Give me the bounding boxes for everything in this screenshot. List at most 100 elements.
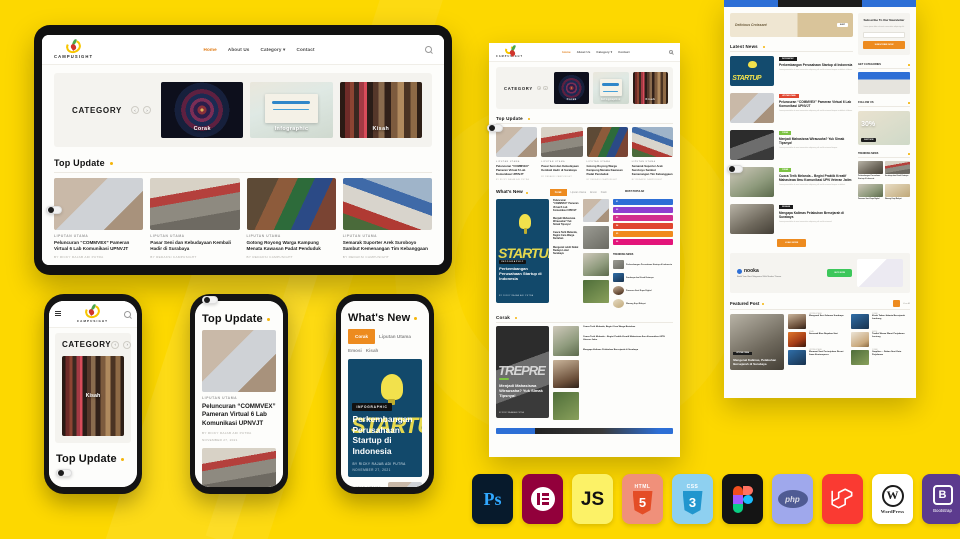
nav-item-about[interactable]: About Us <box>228 47 250 52</box>
nav-item-category[interactable]: Category ▾ <box>596 50 612 54</box>
list-item[interactable]: SEJARAH Mengapa Kalimas Pelabuhan Bersej… <box>730 204 853 234</box>
list-item[interactable]: CORAK Menjadi Mahasiswa Wirausaha? Yuk S… <box>730 130 853 160</box>
search-icon[interactable] <box>669 50 673 54</box>
news-card[interactable]: LIPUTAN UTAMA Peluncuran “COMMVEX” Pamer… <box>496 127 538 181</box>
popular-row[interactable]: 05 <box>613 231 673 238</box>
list-item[interactable]: Menjadi Mahasiswa Wirausaha? Yuk Simak T… <box>553 217 579 226</box>
news-card[interactable]: LIPUTAN UTAMA Semarak Suporter Arek Suro… <box>342 178 432 259</box>
search-icon[interactable] <box>123 310 131 318</box>
category-next-button[interactable]: › <box>543 85 548 91</box>
brand-logo[interactable]: CAMPUSIGHT <box>54 37 93 59</box>
popular-row[interactable]: 06 <box>613 239 673 246</box>
figma-icon[interactable] <box>722 474 763 524</box>
category-widget-list[interactable] <box>858 72 910 95</box>
phone1-theme-toggle[interactable] <box>56 469 72 477</box>
tab-liputan[interactable]: Liputan Utama <box>571 191 587 194</box>
category-card-kisah[interactable]: Kisah <box>339 82 422 138</box>
whats-new-hero-card[interactable]: STARTUP INFOGRAPHIC Perkembangan Perusah… <box>496 199 549 308</box>
popular-row[interactable]: 01 <box>613 199 673 206</box>
sidebar-ad[interactable]: 30% SHOP NOW <box>858 111 910 146</box>
tablet-theme-toggle[interactable] <box>46 206 62 214</box>
popular-row[interactable]: 03 <box>613 215 673 222</box>
browser-theme-toggle[interactable] <box>487 124 503 132</box>
load-more-button[interactable]: LOAD MORE <box>776 239 807 247</box>
popular-row[interactable]: 04 <box>613 223 673 230</box>
wordpress-icon[interactable]: W WordPress <box>872 474 913 524</box>
popular-row[interactable]: 02 <box>613 207 673 214</box>
list-item[interactable]: Mengenal Lebih Dekat Budaya Lokal Suraba… <box>553 246 579 255</box>
nav-item-contact[interactable]: Contact <box>297 47 315 52</box>
whats-new-hero-card[interactable]: STARTUP INFOGRAPHIC Perkembangan Perusah… <box>348 359 422 477</box>
news-thumbnail[interactable] <box>885 183 910 197</box>
category-card-corak[interactable]: Corak <box>161 82 244 138</box>
category-next-button[interactable]: › <box>143 106 152 114</box>
ad-banner[interactable]: Delicious Croissant SHOP <box>730 13 853 37</box>
tab-kisah[interactable]: Kisah <box>601 191 607 194</box>
news-thumbnail[interactable] <box>583 199 609 223</box>
tab-liputan[interactable]: Liputan Utama <box>379 334 411 339</box>
category-card-infographic[interactable]: Infographic <box>250 82 333 138</box>
photoshop-icon[interactable]: Ps <box>472 474 513 524</box>
nooka-promo-banner[interactable]: nooka Build Your Best Magazine With Nook… <box>730 253 910 293</box>
nav-item-contact[interactable]: Contact <box>618 50 629 54</box>
ad-shop-button[interactable]: SHOP NOW <box>861 138 877 143</box>
category-card-kisah[interactable]: Kisah <box>62 356 124 436</box>
news-thumbnail[interactable] <box>583 253 609 277</box>
news-card[interactable]: LIPUTAN UTAMA Peluncuran “COMMVEX” Pamer… <box>202 330 276 442</box>
nav-item-home[interactable]: Home <box>562 50 570 54</box>
bootstrap-icon[interactable]: B Bootstrap <box>922 474 960 524</box>
news-thumbnail[interactable] <box>885 161 910 175</box>
nav-item-about[interactable]: About Us <box>577 50 591 54</box>
list-item[interactable]: Pameran Seni Rupa Digital <box>613 286 673 296</box>
news-thumbnail[interactable] <box>553 326 579 357</box>
news-card[interactable] <box>202 448 276 487</box>
nav-item-home[interactable]: Home <box>204 47 217 52</box>
news-card[interactable]: LIPUTAN UTAMA Gotong Royong Warga Kampun… <box>246 178 336 259</box>
category-card-corak[interactable]: Corak <box>553 72 590 104</box>
laravel-icon[interactable] <box>822 474 863 524</box>
list-item[interactable]: Mengapa Kalimas Pelabuhan Bersejarah di … <box>583 349 673 352</box>
list-item[interactable]: Cuaca Terik Melanda – Begini Praktik Kre… <box>583 336 673 342</box>
news-card[interactable]: LIPUTAN UTAMA Pasar Seni dan Kebudayaan … <box>150 178 240 259</box>
search-icon[interactable] <box>425 46 432 53</box>
list-item[interactable]: STARTUP INFOGRAPHIC Perkembangan Perusah… <box>730 56 853 86</box>
subscribe-button[interactable]: SUBSCRIBE NOW <box>863 41 905 50</box>
news-card[interactable]: LIPUTAN UTAMA Peluncuran “COMMVEX” Pamer… <box>348 482 422 487</box>
news-thumbnail[interactable] <box>858 183 883 197</box>
elementor-icon[interactable] <box>522 474 563 524</box>
list-item[interactable]: EMOSI Tradisi Warna Warni Perjalanan Len… <box>851 332 910 347</box>
news-thumbnail[interactable] <box>553 360 579 389</box>
tab-corak[interactable]: Corak <box>348 329 376 344</box>
news-card[interactable]: LIPUTAN UTAMA Peluncuran “COMMVEX” Pamer… <box>54 178 144 259</box>
hamburger-menu-icon[interactable] <box>55 310 61 318</box>
list-item[interactable]: Cuaca Terik Melanda, Begini Cara Warga B… <box>583 326 673 329</box>
javascript-icon[interactable]: JS <box>572 474 613 524</box>
news-card[interactable]: LIPUTAN UTAMA Pasar Seni dan Kebudayaan … <box>541 127 583 181</box>
brand-logo[interactable]: CAMPUSIGHT <box>77 302 108 323</box>
php-icon[interactable]: php <box>772 474 813 524</box>
html5-icon[interactable]: HTML 5 <box>622 474 663 524</box>
category-prev-button[interactable]: ‹ <box>536 85 542 91</box>
news-thumbnail[interactable] <box>858 161 883 175</box>
news-thumbnail[interactable] <box>583 226 609 250</box>
brand-logo[interactable]: CAMPUSIGHT <box>496 44 523 58</box>
category-prev-button[interactable]: ‹ <box>111 340 120 349</box>
list-item[interactable]: CORAK Graphics – Dalam Seni Kota Perjala… <box>851 350 910 365</box>
category-card-kisah[interactable]: Kisah <box>632 72 668 104</box>
list-item[interactable]: Warung Kopi Rakyat <box>613 299 673 309</box>
tab-emosi[interactable]: Emosi <box>348 348 362 353</box>
css3-icon[interactable]: CSS 3 <box>672 474 713 524</box>
list-item[interactable]: LIPUTAN UTAMA Merawat Seni Pertunjukan R… <box>788 350 847 365</box>
category-prev-button[interactable]: ‹ <box>131 106 140 114</box>
list-item[interactable]: Perkembangan Perusahaan Startup di Indon… <box>613 260 673 270</box>
news-thumbnail[interactable] <box>553 392 579 421</box>
list-item[interactable]: LIPUTAN UTAMA Peluncuran “COMMVEX” Pamer… <box>730 93 853 123</box>
news-thumbnail[interactable] <box>583 280 609 304</box>
nooka-buy-button[interactable]: BUY NOW <box>827 269 852 277</box>
list-item[interactable]: KISAH Semarak Bisa Rayakan Hari <box>788 332 847 347</box>
tab-corak[interactable]: Corak <box>549 189 567 197</box>
list-item[interactable]: CORAK Kisah Talam Jakarta Bersejarah Lam… <box>851 314 910 329</box>
newsletter-email-input[interactable] <box>863 32 905 39</box>
list-item[interactable]: Surabaya dan Kisah Kotanya <box>613 273 673 283</box>
list-item[interactable]: LIPUTAN UTAMA Mengenal Seni Jalanan Sura… <box>788 314 847 329</box>
